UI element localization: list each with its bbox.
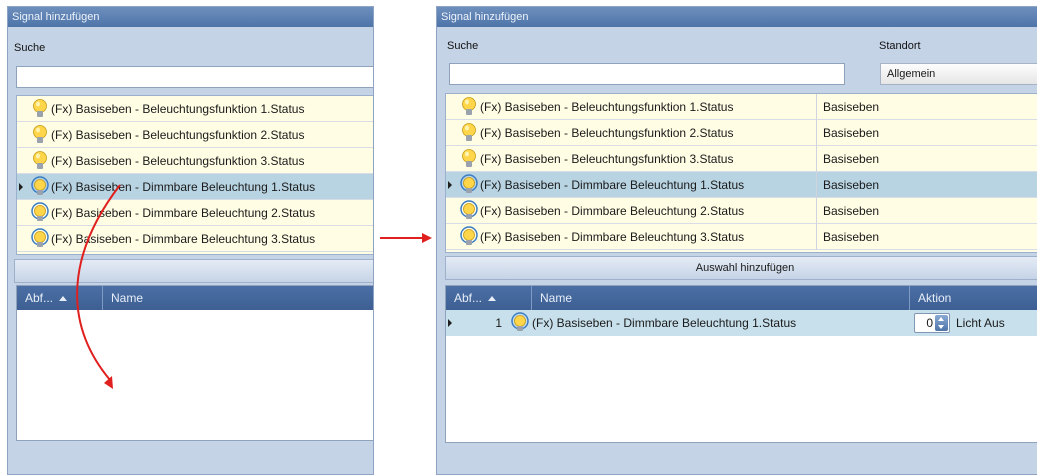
column-abf-label: Abf... bbox=[25, 291, 54, 305]
signal-label: (Fx) Basiseben - Dimmbare Beleuchtung 2.… bbox=[51, 206, 316, 220]
location-label: Standort bbox=[879, 40, 921, 52]
add-selection-button[interactable]: Auswahl hinzufügen bbox=[445, 256, 1037, 280]
stepper-value: 0 bbox=[926, 316, 933, 330]
column-name[interactable]: Name bbox=[103, 286, 373, 310]
bulb-icon bbox=[30, 124, 50, 146]
dialog-footer bbox=[437, 444, 1037, 474]
signal-label: (Fx) Basiseben - Beleuchtungsfunktion 3.… bbox=[51, 154, 305, 168]
signal-list-item[interactable]: (Fx) Basiseben - Beleuchtungsfunktion 3.… bbox=[446, 146, 1037, 172]
column-aktion-label: Aktion bbox=[918, 291, 952, 305]
value-stepper[interactable]: 0 bbox=[914, 313, 950, 333]
signal-label: (Fx) Basiseben - Beleuchtungsfunktion 2.… bbox=[51, 128, 305, 142]
transition-arrow-head-icon bbox=[422, 233, 432, 243]
signal-label: (Fx) Basiseben - Dimmbare Beleuchtung 3.… bbox=[51, 232, 316, 246]
search-label: Suche bbox=[447, 40, 479, 52]
signal-list-item[interactable]: (Fx) Basiseben - Beleuchtungsfunktion 3.… bbox=[17, 148, 373, 174]
column-name-label: Name bbox=[111, 291, 144, 305]
selected-signals-grid[interactable]: Abf... Name bbox=[16, 285, 373, 441]
grid-header: Abf... Name bbox=[17, 286, 373, 310]
add-selection-button[interactable] bbox=[14, 259, 373, 283]
signal-list-item[interactable]: (Fx) Basiseben - Beleuchtungsfunktion 2.… bbox=[446, 120, 1037, 146]
signal-label: (Fx) Basiseben - Dimmbare Beleuchtung 3.… bbox=[480, 230, 745, 244]
search-input[interactable] bbox=[16, 66, 373, 88]
signal-list-item[interactable]: (Fx) Basiseben - Beleuchtungsfunktion 2.… bbox=[17, 122, 373, 148]
column-abf[interactable]: Abf... bbox=[446, 286, 532, 310]
dimmer-bulb-icon bbox=[459, 200, 479, 222]
signal-list-item[interactable]: (Fx) Basiseben - Dimmbare Beleuchtung 1.… bbox=[17, 174, 373, 200]
bulb-icon bbox=[459, 122, 479, 144]
dimmer-bulb-icon bbox=[30, 228, 50, 250]
dimmer-bulb-icon bbox=[30, 202, 50, 224]
signal-location: Basiseben bbox=[816, 224, 1037, 250]
row-name: (Fx) Basiseben - Dimmbare Beleuchtung 1.… bbox=[532, 316, 797, 330]
bulb-icon bbox=[459, 148, 479, 170]
dimmer-bulb-icon bbox=[30, 176, 50, 198]
row-abf: 1 bbox=[495, 316, 502, 330]
dialog-title: Signal hinzufügen bbox=[437, 7, 1037, 27]
column-abf-label: Abf... bbox=[454, 291, 483, 305]
row-indicator-icon bbox=[448, 181, 452, 189]
signal-list-item[interactable]: (Fx) Basiseben - Beleuchtungsfunktion 1.… bbox=[17, 96, 373, 122]
search-label: Suche bbox=[14, 42, 46, 54]
bulb-icon bbox=[30, 98, 50, 120]
bulb-icon bbox=[459, 96, 479, 118]
signal-list-item[interactable]: (Fx) Basiseben - Dimmbare Beleuchtung 3.… bbox=[446, 224, 1037, 250]
row-indicator-icon bbox=[448, 319, 452, 327]
signal-list-item[interactable]: (Fx) Basiseben - Dimmbare Beleuchtung 3.… bbox=[17, 226, 373, 252]
signal-label: (Fx) Basiseben - Beleuchtungsfunktion 3.… bbox=[480, 152, 734, 166]
signal-label: (Fx) Basiseben - Beleuchtungsfunktion 1.… bbox=[480, 100, 734, 114]
signal-list-item[interactable]: (Fx) Basiseben - Dimmbare Beleuchtung 2.… bbox=[17, 200, 373, 226]
column-name-label: Name bbox=[540, 291, 573, 305]
sort-ascending-icon bbox=[59, 296, 68, 302]
signal-location: Basiseben bbox=[816, 146, 1037, 172]
signal-location: Basiseben bbox=[816, 172, 1037, 198]
signal-list-item[interactable]: (Fx) Basiseben - Dimmbare Beleuchtung 1.… bbox=[446, 172, 1037, 198]
signal-list-item[interactable]: (Fx) Basiseben - Dimmbare Beleuchtung 2.… bbox=[446, 198, 1037, 224]
grid-header: Abf... Name Aktion bbox=[446, 286, 1037, 310]
bulb-icon bbox=[30, 150, 50, 172]
signal-location: Basiseben bbox=[816, 198, 1037, 224]
signal-label: (Fx) Basiseben - Dimmbare Beleuchtung 2.… bbox=[480, 204, 745, 218]
stepper-arrows-icon[interactable] bbox=[935, 315, 948, 331]
left-dialog: Signal hinzufügen Suche (Fx) Basiseben -… bbox=[7, 6, 374, 475]
column-abf[interactable]: Abf... bbox=[17, 286, 103, 310]
dialog-title: Signal hinzufügen bbox=[8, 7, 373, 27]
signal-list[interactable]: (Fx) Basiseben - Beleuchtungsfunktion 1.… bbox=[445, 93, 1037, 253]
location-select[interactable]: Allgemein bbox=[880, 63, 1037, 85]
dimmer-bulb-icon bbox=[459, 226, 479, 248]
signal-label: (Fx) Basiseben - Dimmbare Beleuchtung 1.… bbox=[51, 180, 316, 194]
sort-ascending-icon bbox=[488, 296, 497, 302]
column-name[interactable]: Name bbox=[532, 286, 910, 310]
search-input[interactable] bbox=[449, 63, 845, 85]
signal-list[interactable]: (Fx) Basiseben - Beleuchtungsfunktion 1.… bbox=[16, 95, 373, 255]
right-dialog: Signal hinzufügen Suche Standort Allgeme… bbox=[436, 6, 1037, 475]
dimmer-bulb-icon bbox=[511, 312, 529, 331]
signal-list-item[interactable]: (Fx) Basiseben - Beleuchtungsfunktion 1.… bbox=[446, 94, 1037, 120]
dimmer-bulb-icon bbox=[459, 174, 479, 196]
row-action: Licht Aus bbox=[956, 316, 1005, 330]
signal-location: Basiseben bbox=[816, 94, 1037, 120]
column-aktion[interactable]: Aktion bbox=[910, 286, 1037, 310]
signal-label: (Fx) Basiseben - Beleuchtungsfunktion 2.… bbox=[480, 126, 734, 140]
grid-row[interactable]: 1 (Fx) Basiseben - Dimmbare Beleuchtung … bbox=[446, 310, 1037, 336]
signal-label: (Fx) Basiseben - Dimmbare Beleuchtung 1.… bbox=[480, 178, 745, 192]
dialog-footer bbox=[8, 444, 373, 474]
row-indicator-icon bbox=[19, 183, 23, 191]
signal-label: (Fx) Basiseben - Beleuchtungsfunktion 1.… bbox=[51, 102, 305, 116]
selected-signals-grid[interactable]: Abf... Name Aktion 1 (Fx) Basiseben - Di… bbox=[445, 285, 1037, 443]
signal-location: Basiseben bbox=[816, 120, 1037, 146]
